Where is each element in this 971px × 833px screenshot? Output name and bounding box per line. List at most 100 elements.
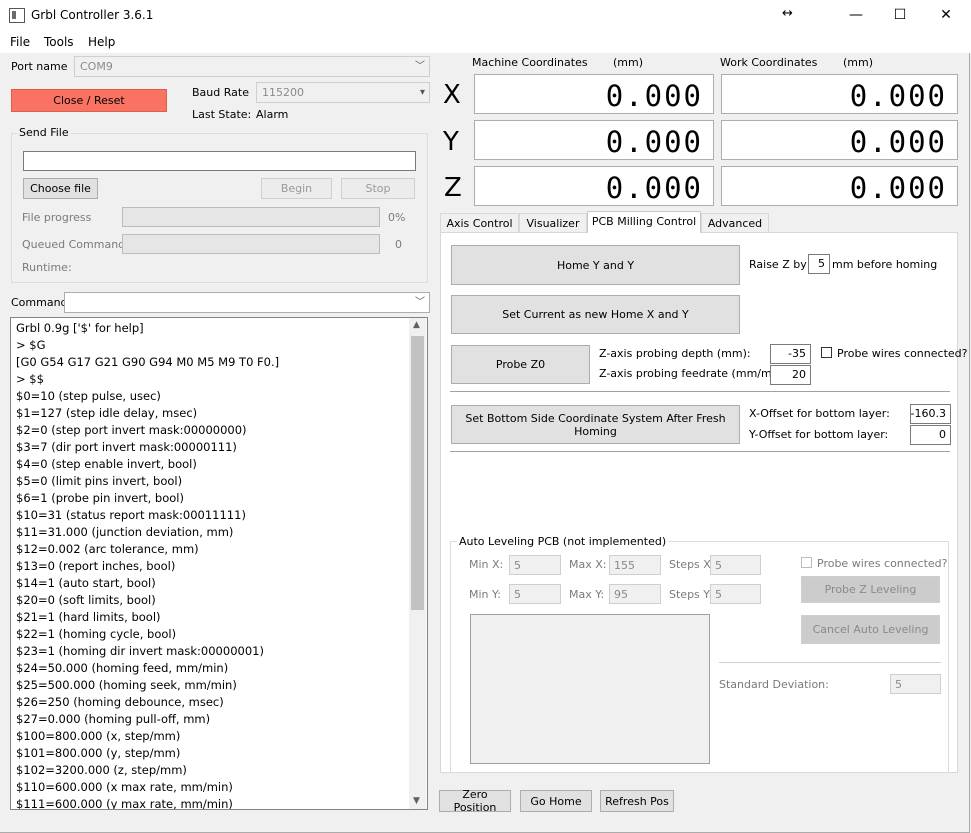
x-offset-input[interactable]: -160.3 [910,404,951,424]
work-x-value: 0.000 [849,79,947,113]
file-progress-label: File progress [22,211,92,224]
stop-button[interactable]: Stop [341,178,415,199]
min-y-input[interactable]: 5 [509,584,561,604]
probe-z0-button[interactable]: Probe Z0 [451,345,590,384]
console-line: $110=600.000 (x max rate, mm/min) [16,780,233,794]
machine-y-display: 0.000 [474,120,714,160]
work-z-display: 0.000 [721,166,958,206]
probe-feed-input[interactable]: 20 [770,365,811,385]
console-line: $24=50.000 (homing feed, mm/min) [16,661,229,675]
menu-bar [0,31,971,53]
scroll-up-icon[interactable]: ▲ [413,320,420,330]
y-offset-input[interactable]: 0 [910,425,951,445]
baud-select[interactable]: 115200 ▾ [256,82,430,103]
probe-depth-input[interactable]: -35 [770,344,811,364]
raise-z-input[interactable]: 5 [808,254,830,274]
console-line: $111=600.000 (y max rate, mm/min) [16,797,233,810]
console-line: $23=1 (homing dir invert mask:00000001) [16,644,264,658]
window-title: Grbl Controller 3.6.1 [31,8,154,22]
menu-tools[interactable]: Tools [44,35,74,49]
command-input[interactable]: ﹀ [64,292,430,313]
x-offset-label: X-Offset for bottom layer: [749,407,890,420]
menu-help[interactable]: Help [88,35,115,49]
min-y-value: 5 [514,588,521,601]
console-line: $4=0 (step enable invert, bool) [16,457,197,471]
port-select[interactable]: COM9 ﹀ [74,56,430,77]
steps-x-input[interactable]: 5 [710,555,761,575]
baud-label: Baud Rate [192,86,249,99]
title-bar: Grbl Controller 3.6.1 ↔ — ☐ ✕ [0,0,971,31]
console-line: $0=10 (step pulse, usec) [16,389,161,403]
tab-axis-control[interactable]: Axis Control [440,213,519,233]
steps-x-label: Steps X: [669,558,715,571]
machine-coords-label: Machine Coordinates [472,56,588,69]
max-y-input[interactable]: 95 [609,584,661,604]
scroll-down-icon[interactable]: ▼ [413,796,420,806]
maximize-icon[interactable]: ☐ [877,0,923,31]
std-dev-value: 5 [895,678,902,691]
console-line: $2=0 (step port invert mask:00000000) [16,423,247,437]
probe-wires-checkbox[interactable] [821,347,832,358]
steps-y-label: Steps Y: [669,588,713,601]
resize-arrows-icon: ↔ [782,6,793,21]
file-progress-value: 0% [388,211,406,224]
max-x-input[interactable]: 155 [609,555,661,575]
choose-file-button[interactable]: Choose file [23,178,98,199]
console-line: $22=1 (homing cycle, bool) [16,627,177,641]
steps-x-value: 5 [715,559,722,572]
console-output[interactable]: Grbl 0.9g ['$' for help] > $G [G0 G54 G17 … [10,317,428,810]
file-progress-bar [122,207,380,227]
console-line: $14=1 (auto start, bool) [16,576,156,590]
tab-pcb-milling[interactable]: PCB Milling Control [587,211,701,233]
console-line: > $G [16,338,46,352]
minimize-icon[interactable]: — [833,0,879,31]
console-line: $21=1 (hard limits, bool) [16,610,161,624]
menu-file[interactable]: File [10,35,30,49]
probe-feed-value: 20 [792,368,806,381]
tab-visualizer[interactable]: Visualizer [519,213,587,233]
console-line: $102=3200.000 (z, step/mm) [16,763,187,777]
work-coords-label: Work Coordinates [720,56,818,69]
go-home-button[interactable]: Go Home [520,790,592,812]
probe-z-leveling-button[interactable]: Probe Z Leveling [801,576,940,603]
queued-label: Queued Commands [22,238,131,251]
max-y-label: Max Y: [569,588,605,601]
command-label: Command [11,296,68,309]
zero-position-button[interactable]: Zero Position [439,788,511,814]
raise-z-label: Raise Z by [749,258,807,271]
min-x-label: Min X: [469,558,504,571]
begin-button[interactable]: Begin [261,178,332,199]
queued-value: 0 [395,238,402,251]
console-line: $12=0.002 (arc tolerance, mm) [16,542,199,556]
scroll-thumb[interactable] [411,336,424,610]
machine-z-value: 0.000 [605,171,703,205]
autolevel-probe-wires-checkbox[interactable] [801,557,812,568]
console-line: [G0 G54 G17 G21 G90 G94 M0 M5 M9 T0 F0.] [16,355,280,369]
bottom-side-button[interactable]: Set Bottom Side Coordinate System After … [451,405,740,444]
home-xy-button[interactable]: Home Y and Y [451,245,740,285]
max-x-value: 155 [614,559,635,572]
cancel-leveling-button[interactable]: Cancel Auto Leveling [801,615,940,644]
tab-advanced[interactable]: Advanced [701,213,769,233]
console-line: $5=0 (limit pins invert, bool) [16,474,183,488]
axis-z-label: Z [444,173,462,203]
file-path-input[interactable] [23,151,416,171]
console-line: $100=800.000 (x, step/mm) [16,729,181,743]
close-reset-button[interactable]: Close / Reset [11,89,167,112]
machine-z-display: 0.000 [474,166,714,206]
autolevel-probe-wires-label: Probe wires connected? [817,557,948,570]
min-x-input[interactable]: 5 [509,555,561,575]
steps-y-value: 5 [715,588,722,601]
steps-y-input[interactable]: 5 [710,584,761,604]
app-icon [9,8,25,23]
console-line: $3=7 (dir port invert mask:00000111) [16,440,237,454]
work-x-display: 0.000 [721,74,958,114]
probe-depth-value: -35 [788,347,806,360]
set-home-button[interactable]: Set Current as new Home X and Y [451,295,740,334]
refresh-pos-button[interactable]: Refresh Pos [600,790,674,812]
console-scrollbar[interactable]: ▲ ▼ [409,318,426,809]
runtime-label: Runtime: [22,261,72,274]
machine-x-display: 0.000 [474,74,714,114]
close-icon[interactable]: ✕ [923,0,969,31]
last-state-label: Last State: [192,108,252,121]
